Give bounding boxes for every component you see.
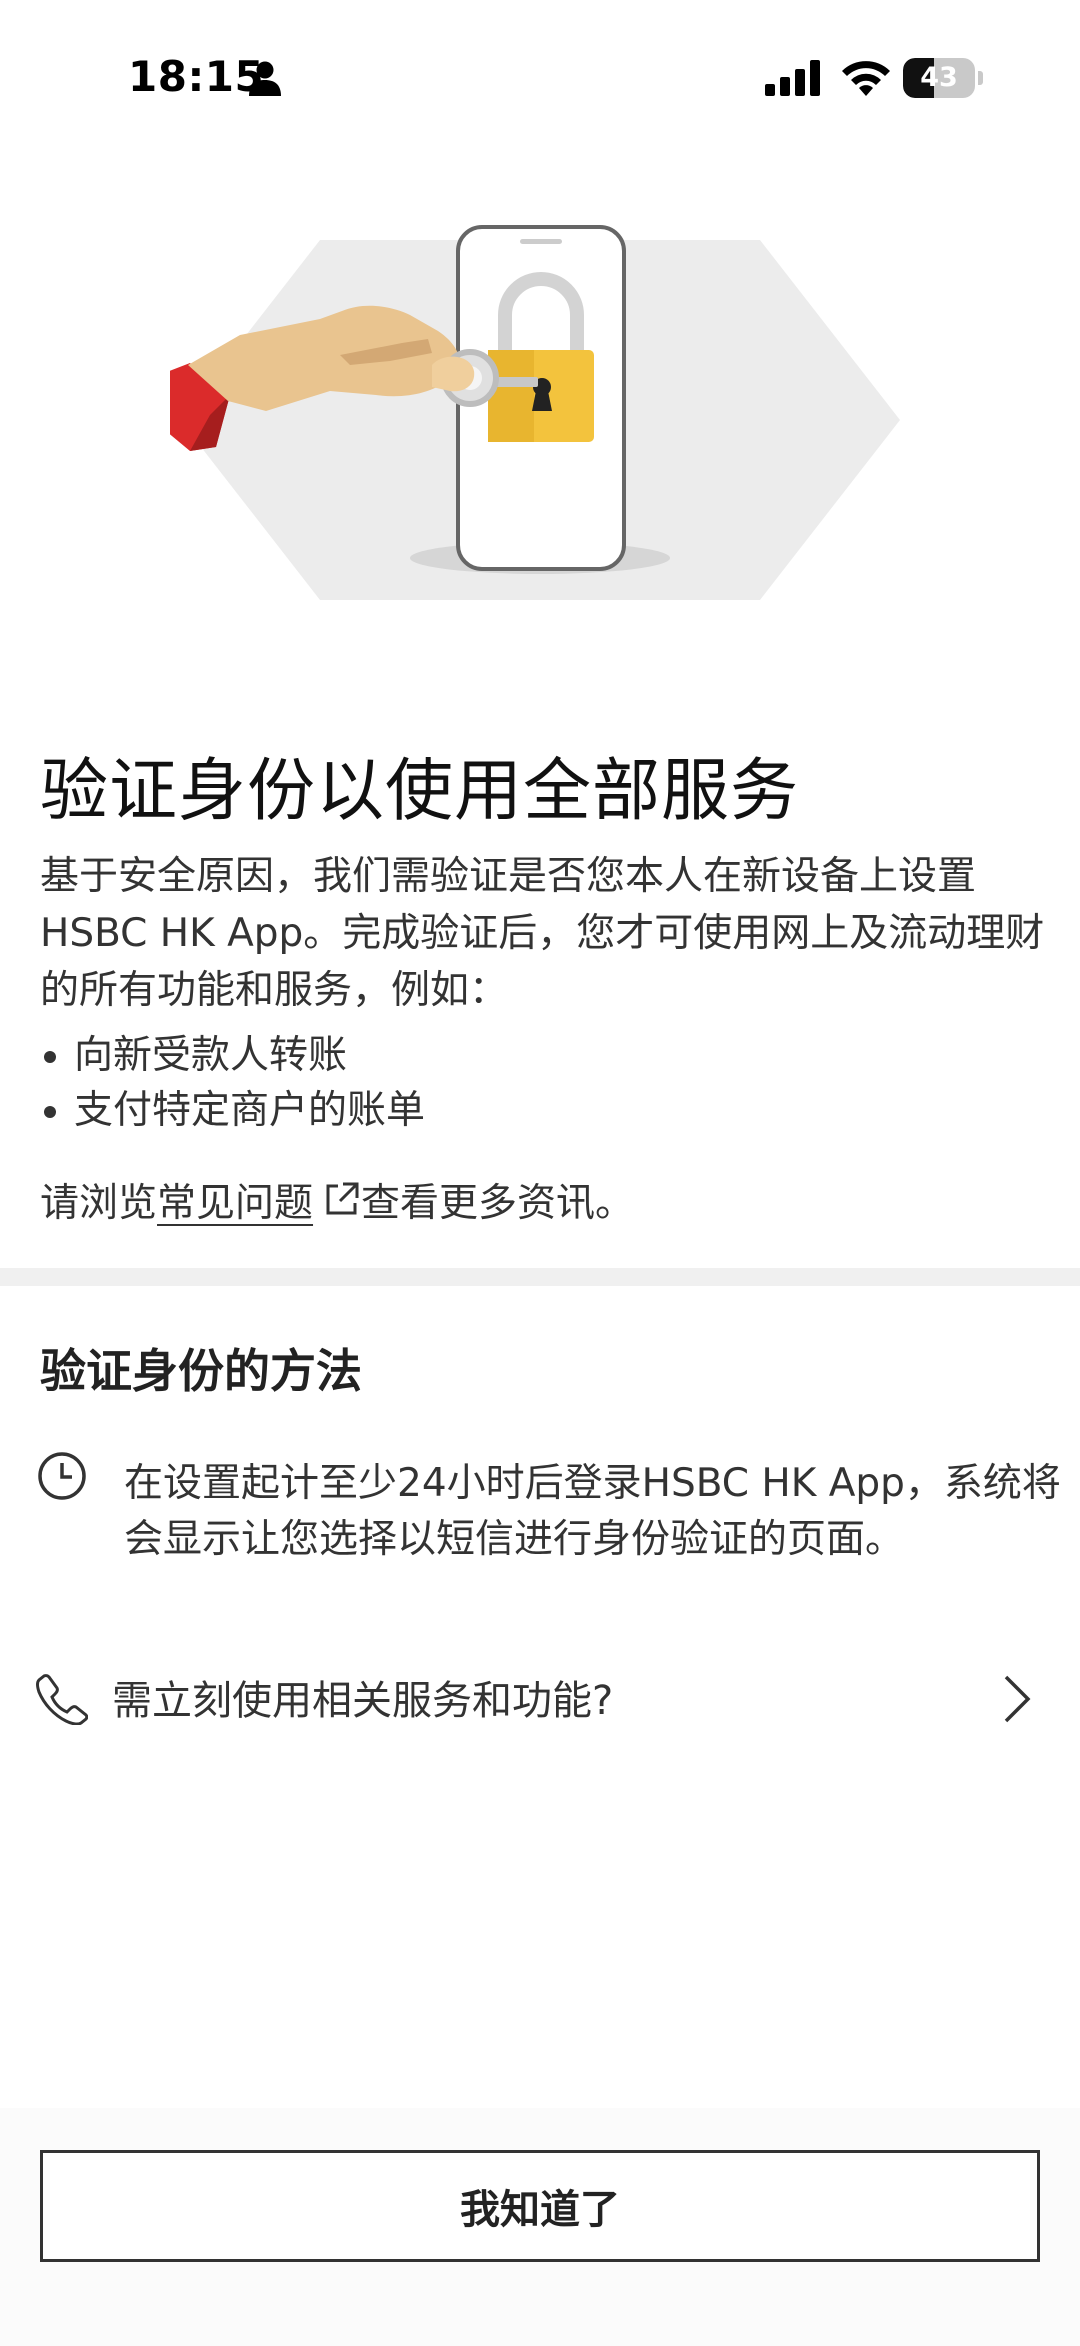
intro-text: 基于安全原因，我们需验证是否您本人在新设备上设置HSBC HK App。完成验证… — [40, 854, 1045, 1013]
person-icon — [249, 61, 281, 96]
status-time: 18:15 — [128, 52, 265, 101]
battery-icon: 43 — [903, 58, 983, 98]
help-text: 需立刻使用相关服务和功能? — [112, 1678, 614, 1724]
acknowledge-button[interactable]: 我知道了 — [40, 2150, 1040, 2262]
hand-key-padlock-phone-illustration — [170, 225, 900, 600]
urgent-help-row[interactable]: 需立刻使用相关服务和功能? — [0, 1655, 1080, 1745]
status-bar: 18:15 43 — [0, 0, 1080, 150]
list-item: 支付特定商户的账单 — [40, 1083, 425, 1138]
battery-body: 43 — [903, 58, 975, 98]
wifi-icon — [842, 61, 890, 96]
service-list: 向新受款人转账 支付特定商户的账单 — [40, 1028, 425, 1138]
list-item: 向新受款人转账 — [40, 1028, 425, 1083]
battery-cap — [978, 71, 983, 85]
external-link-icon[interactable] — [323, 1180, 361, 1218]
screen: 18:15 43 验证身份以使用全部服务 基于安全原因，我们需验证是否您本人在新… — [0, 0, 1080, 2346]
faq-link[interactable]: 常见问题 — [157, 1181, 313, 1226]
section-divider — [0, 1268, 1080, 1286]
phone-icon — [36, 1674, 88, 1725]
page-title: 验证身份以使用全部服务 — [40, 752, 800, 831]
method-text: 在设置起计至少24小时后登录HSBC HK App，系统将会显示让您选择以短信进… — [124, 1461, 1061, 1562]
cellular-signal-icon — [765, 60, 820, 96]
method-item: 在设置起计至少24小时后登录HSBC HK App，系统将会显示让您选择以短信进… — [36, 1450, 1061, 1570]
methods-section-title: 验证身份的方法 — [40, 1344, 362, 1398]
faq-suffix: 查看更多资讯。 — [361, 1181, 635, 1226]
clock-icon — [38, 1452, 86, 1500]
chevron-right-icon[interactable] — [1000, 1671, 1036, 1727]
battery-percent: 43 — [920, 62, 958, 93]
faq-prefix: 请浏览 — [40, 1181, 158, 1226]
faq-line: 请浏览常见问题 查看更多资讯。 — [40, 1174, 634, 1234]
